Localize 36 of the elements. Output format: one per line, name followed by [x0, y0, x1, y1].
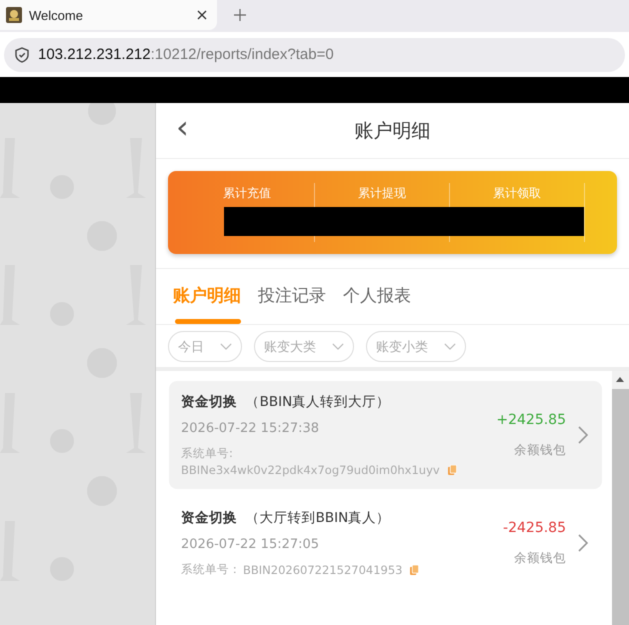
chevron-right-icon	[578, 534, 588, 552]
url-text: 103.212.231.212:10212/reports/index?tab=0	[38, 46, 334, 63]
record-title: 资金切换 （BBIN真人转到大厅）	[181, 393, 392, 411]
tab-title: Welcome	[29, 8, 84, 22]
tab[interactable]: 个人报表	[338, 269, 416, 324]
address-bar[interactable]: 103.212.231.212:10212/reports/index?tab=0	[4, 38, 625, 72]
site-favicon-icon	[6, 7, 22, 23]
browser-tab[interactable]: Welcome	[0, 0, 217, 30]
order-number: BBIN202607221527041953	[243, 562, 402, 576]
back-button[interactable]: ‹	[176, 111, 189, 143]
order-number: BBINe3x4wk0v22pdk4x7og79ud0im0hx1uyv	[181, 463, 440, 477]
record-title: 资金切换 （大厅转到BBIN真人）	[181, 509, 392, 527]
scrollbar[interactable]	[612, 371, 629, 625]
wallet-label: 余额钱包	[514, 550, 566, 566]
record-card[interactable]: 资金切换 （BBIN真人转到大厅） 2026-07-22 15:27:38 系统单号: BBINe3x4wk0v22pdk4x7og79ud0im0hx1uyv +2425.85 余额钱包	[169, 381, 602, 489]
chevron-right-icon	[578, 426, 588, 444]
record-time: 2026-07-22 15:27:38	[181, 421, 320, 436]
chevron-down-icon	[444, 343, 456, 350]
order-label: 系统单号：	[181, 562, 241, 577]
amount: -2425.85	[503, 520, 566, 536]
scroll-up-icon[interactable]	[616, 377, 624, 382]
wallet-label: 余额钱包	[514, 442, 566, 458]
page-title: 账户明细	[354, 118, 430, 144]
amount: +2425.85	[496, 412, 566, 428]
chevron-down-icon	[220, 343, 232, 350]
chevron-down-icon	[332, 343, 344, 350]
record-time: 2026-07-22 15:27:05	[181, 537, 320, 552]
tab[interactable]: 投注记录	[253, 269, 331, 324]
summary-label: 累计充值	[223, 185, 271, 202]
close-icon[interactable]	[197, 10, 207, 20]
summary-label: 累计领取	[493, 185, 541, 202]
record-card[interactable]: 资金切换 （大厅转到BBIN真人） 2026-07-22 15:27:05 系统单号： BBIN202607221527041953 -2425.85 余额钱包	[169, 497, 602, 589]
order-label: 系统单号:	[181, 446, 233, 461]
summary-label: 累计提现	[358, 185, 406, 202]
new-tab-icon[interactable]	[234, 9, 246, 21]
shield-icon	[14, 46, 30, 62]
